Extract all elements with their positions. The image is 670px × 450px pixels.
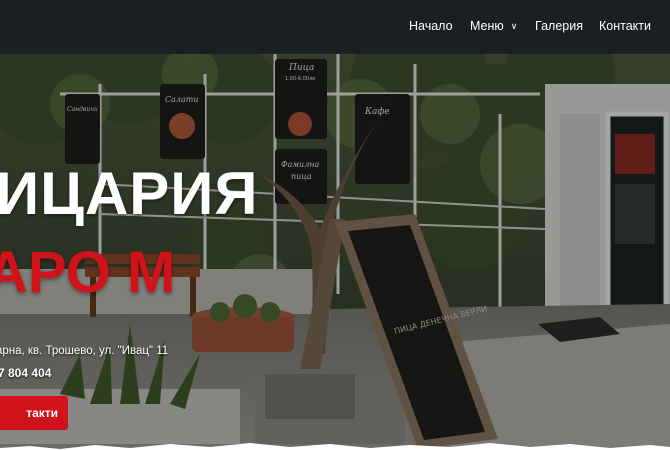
nav-item-home[interactable]: Начало bbox=[409, 19, 453, 33]
top-navigation: Начало Меню ∨ Галерия Контакти bbox=[0, 0, 670, 54]
nav-item-menu-label: Меню bbox=[470, 19, 504, 33]
contacts-button[interactable]: такти bbox=[0, 396, 68, 430]
hero-phone[interactable]: 7 804 404 bbox=[0, 366, 51, 380]
chevron-down-icon: ∨ bbox=[510, 21, 518, 31]
hero-title-line2: АРО М bbox=[0, 240, 176, 305]
hero-title-line1: ИЦАРИЯ bbox=[0, 160, 259, 227]
hero-address: арна, кв. Трошево, ул. "Ивац" 11 bbox=[0, 345, 169, 357]
nav-item-menu[interactable]: Меню ∨ bbox=[470, 19, 517, 33]
nav-item-contacts[interactable]: Контакти bbox=[599, 19, 651, 33]
nav-item-gallery[interactable]: Галерия bbox=[535, 19, 583, 33]
hero-section: Пица 1.00-6.00лв Фамилна пица Салати Сан… bbox=[0, 54, 670, 450]
